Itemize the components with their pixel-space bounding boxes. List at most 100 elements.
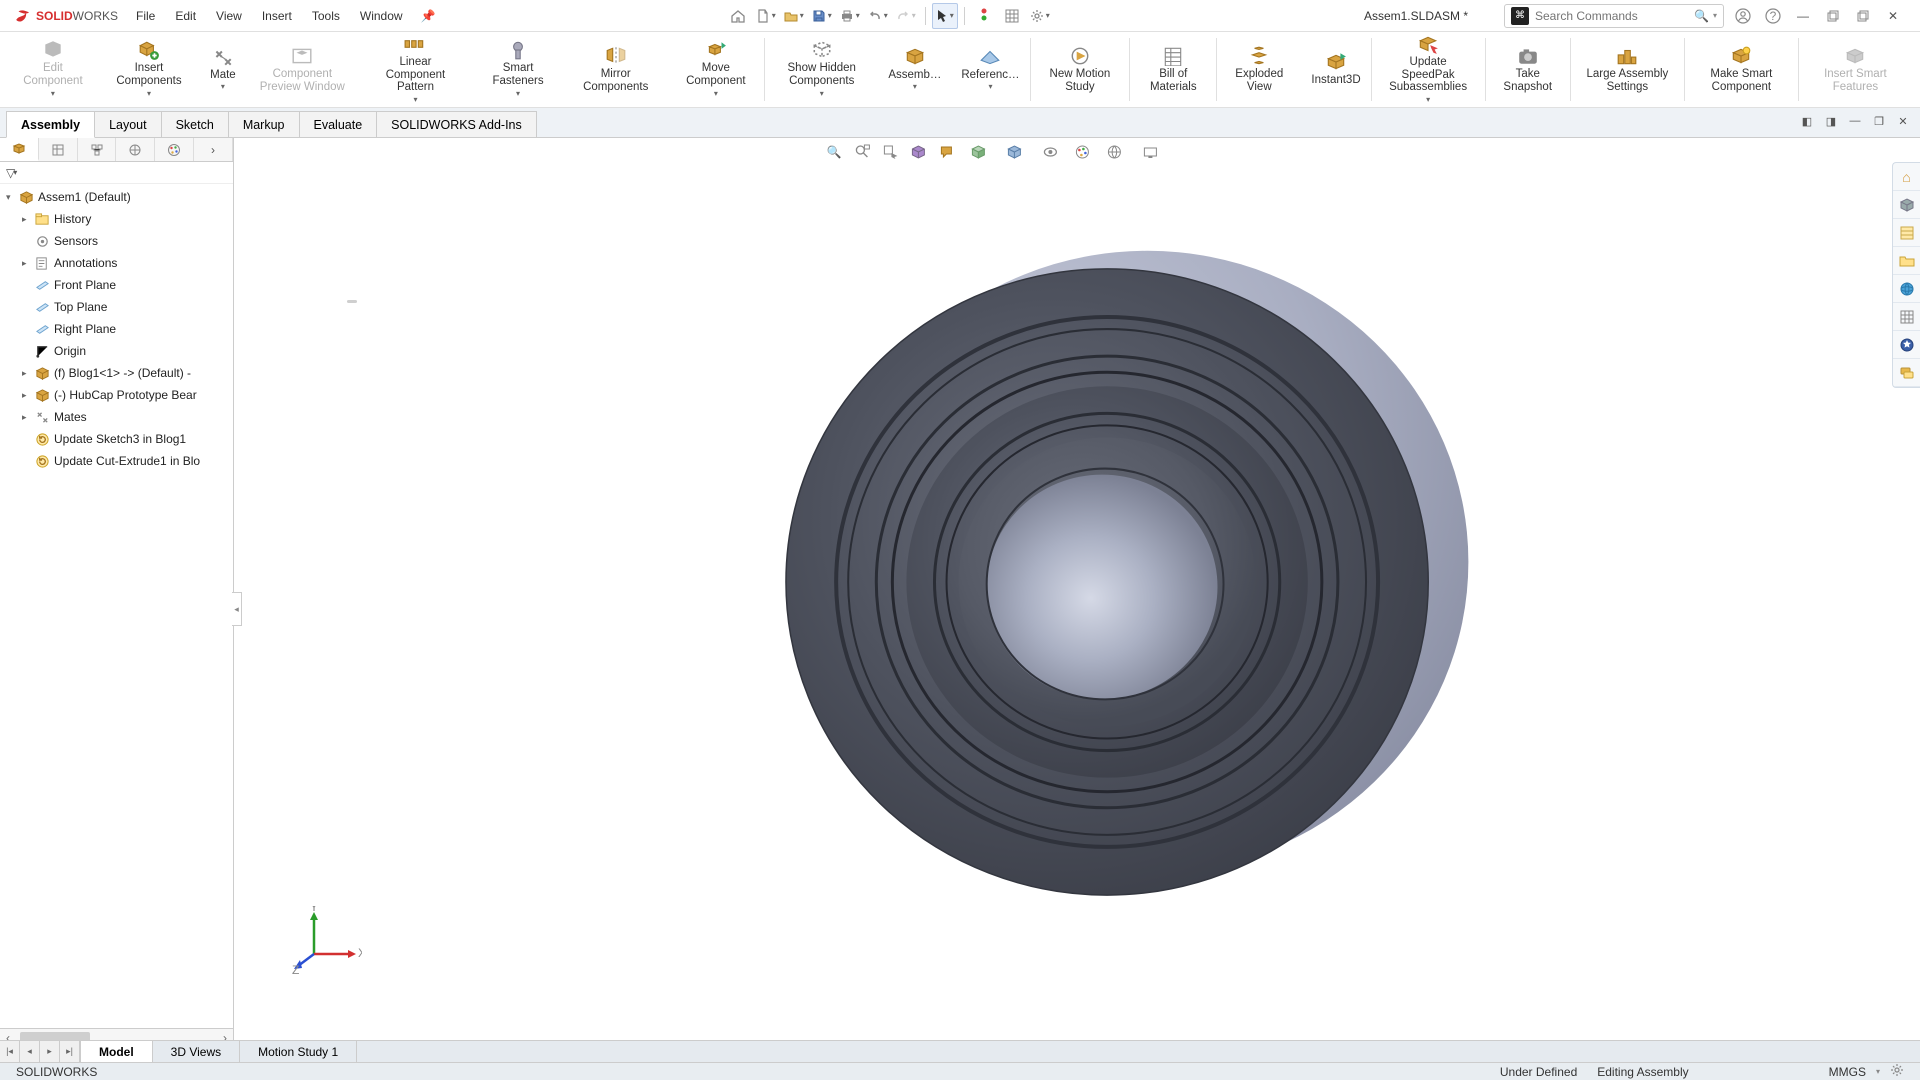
tree-item[interactable]: ▸Annotations — [0, 252, 233, 274]
tab-nav-last-icon[interactable]: ▸| — [60, 1041, 80, 1063]
tree-item[interactable]: ▸(-) HubCap Prototype Bear — [0, 384, 233, 406]
restore1-icon[interactable] — [1822, 5, 1844, 27]
tab-nav-first-icon[interactable]: |◂ — [0, 1041, 20, 1063]
ribbon-update-speedpak[interactable]: Update SpeedPak Subassemblies▾ — [1371, 32, 1484, 107]
tree-item[interactable]: Front Plane — [0, 274, 233, 296]
open-file-icon[interactable] — [781, 3, 807, 29]
tab-evaluate[interactable]: Evaluate — [299, 111, 378, 137]
minimize-icon[interactable]: — — [1792, 5, 1814, 27]
mdi-minimize-icon[interactable]: — — [1846, 112, 1864, 130]
save-icon[interactable] — [809, 3, 835, 29]
menu-view[interactable]: View — [206, 5, 252, 27]
ribbon-insert-components[interactable]: Insert Components▾ — [98, 32, 200, 107]
graphics-viewport[interactable]: Y X Z — [234, 138, 1920, 1046]
close-icon[interactable]: ✕ — [1882, 5, 1904, 27]
status-units[interactable]: MMGS — [1819, 1065, 1876, 1079]
tab-layout[interactable]: Layout — [94, 111, 162, 137]
taskpane-forum-icon[interactable] — [1893, 359, 1920, 387]
dynamic-annotation-icon[interactable] — [934, 140, 958, 164]
options-gear-icon[interactable] — [1027, 3, 1053, 29]
ribbon-take-snapshot[interactable]: Take Snapshot — [1486, 32, 1570, 107]
menu-edit[interactable]: Edit — [165, 5, 206, 27]
section-view-icon[interactable] — [906, 140, 930, 164]
feature-manager-tab-icon[interactable] — [0, 138, 39, 161]
tree-root[interactable]: ▾Assem1 (Default) — [0, 186, 233, 208]
taskpane-home-icon[interactable]: ⌂ — [1893, 163, 1920, 191]
search-magnifier-icon[interactable]: 🔍 — [1694, 9, 1709, 23]
ribbon-smart-fasteners[interactable]: Smart Fasteners▾ — [472, 32, 564, 107]
zoom-fit-icon[interactable]: 🔍 — [822, 140, 846, 164]
ribbon-move-component[interactable]: Move Component▾ — [667, 32, 764, 107]
mdi-close-icon[interactable]: ✕ — [1894, 112, 1912, 130]
configuration-manager-tab-icon[interactable] — [78, 138, 117, 161]
tree-item[interactable]: Update Cut-Extrude1 in Blo — [0, 450, 233, 472]
property-manager-tab-icon[interactable] — [39, 138, 78, 161]
tree-item[interactable]: ▸(f) Blog1<1> -> (Default) - — [0, 362, 233, 384]
taskpane-file-explorer-icon[interactable] — [1893, 247, 1920, 275]
tree-item[interactable]: ▸History — [0, 208, 233, 230]
ribbon-make-smart-component[interactable]: Make Smart Component — [1685, 32, 1798, 107]
view-settings-icon[interactable] — [1134, 140, 1166, 164]
tree-item[interactable]: Sensors — [0, 230, 233, 252]
restore2-icon[interactable] — [1852, 5, 1874, 27]
ribbon-mate[interactable]: Mate▾ — [200, 32, 246, 107]
mdi-dock-right-icon[interactable]: ◨ — [1822, 112, 1840, 130]
display-manager-tab-icon[interactable] — [155, 138, 194, 161]
taskpane-appearances-icon[interactable] — [1893, 303, 1920, 331]
previous-view-icon[interactable] — [878, 140, 902, 164]
feature-tree[interactable]: ▾Assem1 (Default) ▸HistorySensors▸Annota… — [0, 184, 233, 1028]
ribbon-bill-of-materials[interactable]: Bill of Materials — [1130, 32, 1216, 107]
hide-show-icon[interactable] — [1034, 140, 1066, 164]
traffic-light-icon[interactable] — [971, 3, 997, 29]
apply-scene-icon[interactable] — [1098, 140, 1130, 164]
new-file-icon[interactable] — [753, 3, 779, 29]
undo-icon[interactable] — [865, 3, 891, 29]
tab-nav-prev-icon[interactable]: ◂ — [20, 1041, 40, 1063]
view-orientation-icon[interactable] — [962, 140, 994, 164]
tab-nav-next-icon[interactable]: ▸ — [40, 1041, 60, 1063]
ribbon-exploded-view[interactable]: Exploded View — [1217, 32, 1301, 107]
home-icon[interactable] — [725, 3, 751, 29]
menu-tools[interactable]: Tools — [302, 5, 350, 27]
taskpane-design-library-icon[interactable] — [1893, 219, 1920, 247]
tab-markup[interactable]: Markup — [228, 111, 300, 137]
menu-window[interactable]: Window — [350, 5, 413, 27]
status-cog-icon[interactable] — [1880, 1063, 1914, 1080]
bottom-tab-3d-views[interactable]: 3D Views — [153, 1041, 240, 1063]
tree-item[interactable]: Origin — [0, 340, 233, 362]
tree-item[interactable]: ▸Mates — [0, 406, 233, 428]
display-style-icon[interactable] — [998, 140, 1030, 164]
edit-appearance-icon[interactable] — [1070, 140, 1094, 164]
feature-filter[interactable]: ▽▾ — [0, 162, 233, 184]
bottom-tab-motion-study-1[interactable]: Motion Study 1 — [240, 1041, 357, 1063]
bottom-tab-model[interactable]: Model — [81, 1041, 153, 1063]
user-account-icon[interactable] — [1732, 5, 1754, 27]
search-input[interactable] — [1535, 9, 1694, 23]
ribbon-new-motion-study[interactable]: New Motion Study — [1030, 32, 1129, 107]
pin-icon[interactable]: 📌 — [413, 9, 444, 23]
zoom-area-icon[interactable] — [850, 140, 874, 164]
ribbon-assembly-features[interactable]: Assemb…▾ — [878, 32, 951, 107]
select-tool-icon[interactable] — [932, 3, 958, 29]
mdi-dock-left-icon[interactable]: ◧ — [1798, 112, 1816, 130]
search-commands-box[interactable]: ⌘ 🔍 ▾ — [1504, 4, 1724, 28]
panel-resize-handle[interactable]: ◂ — [232, 592, 242, 626]
tab-assembly[interactable]: Assembly — [6, 111, 95, 138]
ribbon-show-hidden[interactable]: Show Hidden Components▾ — [765, 32, 878, 107]
taskpane-custom-properties-icon[interactable] — [1893, 331, 1920, 359]
ribbon-linear-pattern[interactable]: Linear Component Pattern▾ — [359, 32, 472, 107]
mdi-restore-icon[interactable]: ❐ — [1870, 112, 1888, 130]
panel-overflow-icon[interactable]: › — [194, 138, 233, 161]
menu-file[interactable]: File — [126, 5, 165, 27]
taskpane-resources-icon[interactable] — [1893, 191, 1920, 219]
tab-solidworks-add-ins[interactable]: SOLIDWORKS Add-Ins — [376, 111, 537, 137]
tree-item[interactable]: Update Sketch3 in Blog1 — [0, 428, 233, 450]
dimxpert-manager-tab-icon[interactable] — [116, 138, 155, 161]
ribbon-large-assembly-settings[interactable]: Large Assembly Settings — [1571, 32, 1684, 107]
ribbon-instant3d[interactable]: Instant3D — [1301, 32, 1370, 107]
menu-insert[interactable]: Insert — [252, 5, 302, 27]
help-icon[interactable]: ? — [1762, 5, 1784, 27]
table-icon[interactable] — [999, 3, 1025, 29]
print-icon[interactable] — [837, 3, 863, 29]
ribbon-reference-geometry[interactable]: Referenc…▾ — [951, 32, 1029, 107]
